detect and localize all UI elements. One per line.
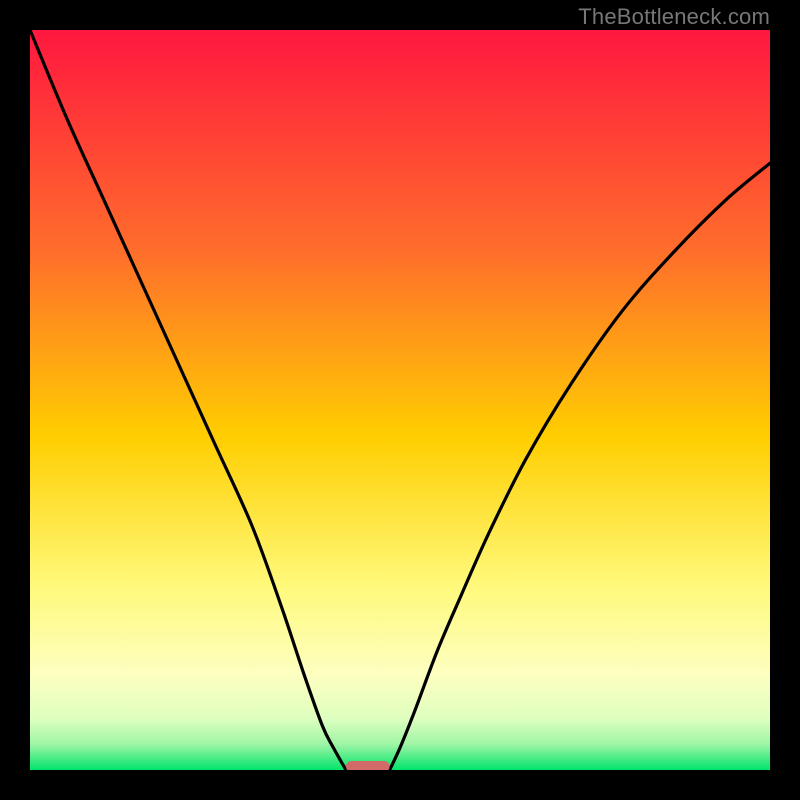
flat-marker [346, 761, 390, 770]
watermark-text: TheBottleneck.com [578, 4, 770, 30]
chart-svg [30, 30, 770, 770]
chart-frame: TheBottleneck.com [0, 0, 800, 800]
plot-area [30, 30, 770, 770]
gradient-background [30, 30, 770, 770]
